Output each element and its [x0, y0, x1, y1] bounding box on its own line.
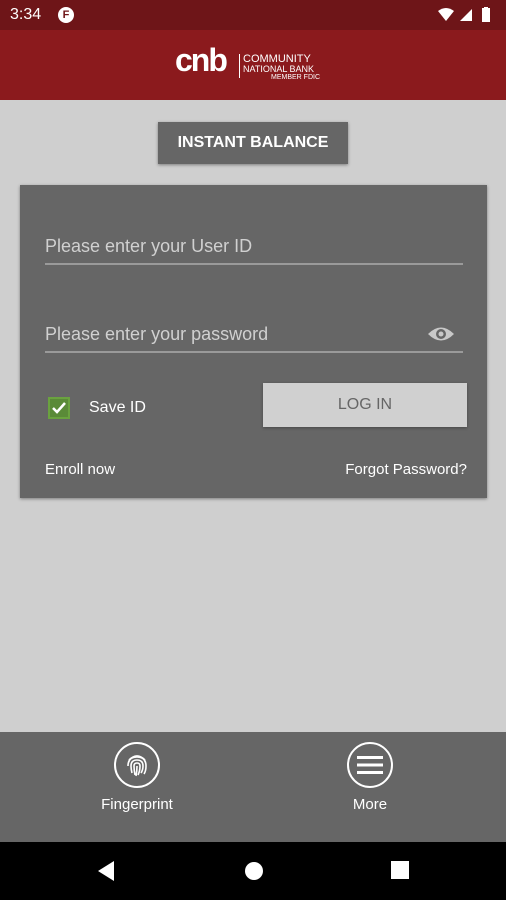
show-password-icon[interactable]	[427, 325, 455, 343]
more-label: More	[352, 796, 388, 813]
enroll-link[interactable]: Enroll now	[45, 461, 115, 478]
user-id-placeholder: Please enter your User ID	[45, 236, 253, 256]
save-id-checkbox[interactable]	[48, 397, 70, 419]
menu-icon	[347, 742, 393, 788]
login-button[interactable]: LOG IN	[263, 383, 467, 427]
notification-icon: F	[58, 7, 74, 23]
android-nav-bar	[0, 842, 506, 900]
fingerprint-tab[interactable]: Fingerprint	[77, 742, 197, 813]
logo-line2: NATIONAL BANK	[243, 64, 315, 74]
password-input[interactable]: Please enter your password	[45, 317, 463, 353]
user-id-input[interactable]: Please enter your User ID	[45, 229, 463, 265]
instant-balance-button[interactable]: INSTANT BALANCE	[158, 122, 348, 164]
home-icon[interactable]	[243, 860, 265, 882]
system-status-icons	[438, 7, 490, 22]
password-placeholder: Please enter your password	[45, 324, 269, 344]
check-icon	[52, 402, 66, 414]
more-tab[interactable]: More	[310, 742, 430, 813]
status-bar: 3:34 F	[0, 0, 506, 30]
logo-line3: MEMBER FDIC	[271, 74, 320, 81]
login-card: Please enter your User ID Please enter y…	[20, 185, 487, 498]
save-id-label: Save ID	[89, 399, 146, 416]
status-time: 3:34	[10, 6, 42, 23]
fingerprint-label: Fingerprint	[101, 796, 173, 813]
back-icon[interactable]	[96, 860, 116, 882]
bottom-bar: Fingerprint More	[0, 732, 506, 842]
recents-icon[interactable]	[390, 860, 410, 880]
fingerprint-icon	[114, 742, 160, 788]
logo-mark: cnb	[175, 42, 228, 78]
forgot-password-link[interactable]: Forgot Password?	[345, 461, 467, 478]
